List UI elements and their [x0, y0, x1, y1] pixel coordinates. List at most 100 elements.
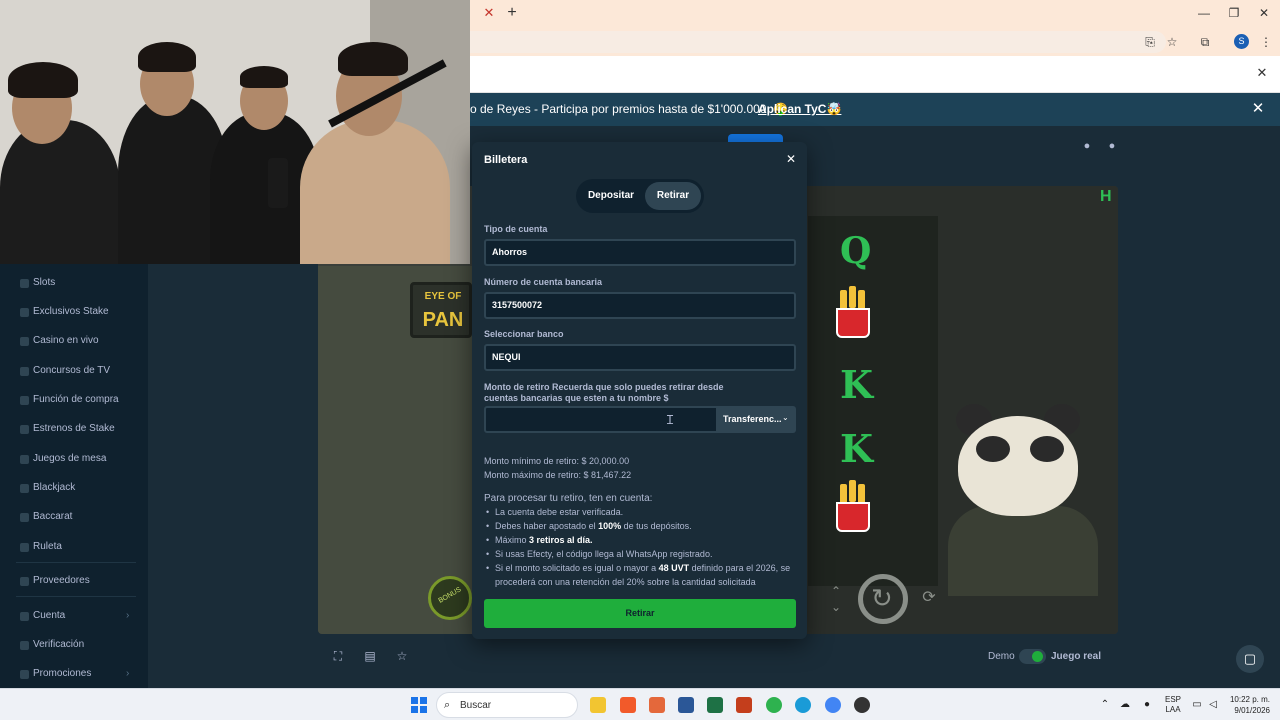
amount-input[interactable]: Ｉ: [484, 406, 718, 433]
list-item: Si usas Efecty, el código llega al Whats…: [484, 547, 799, 561]
extensions-icon[interactable]: ⧉: [1197, 34, 1213, 50]
wallet-tabs: Depositar Retirar: [576, 179, 704, 213]
brave-icon[interactable]: [620, 697, 636, 713]
cast-icon[interactable]: ⎘: [1142, 34, 1158, 50]
star-icon[interactable]: ☆: [1164, 34, 1180, 50]
person-3-hair: [240, 66, 288, 88]
bonus-label: BONUS: [437, 586, 463, 605]
sidebar-item-exclusivos[interactable]: Exclusivos Stake: [0, 303, 148, 323]
sidebar-item-label: Ruleta: [33, 541, 62, 552]
firefox-icon[interactable]: [649, 697, 665, 713]
favorite-star-icon[interactable]: ☆: [395, 649, 409, 663]
bank-label: Seleccionar banco: [484, 329, 564, 339]
sidebar-item-promociones[interactable]: Promociones ›: [0, 665, 148, 685]
search-placeholder: Buscar: [460, 700, 492, 711]
sidebar-item-slots[interactable]: Slots: [0, 274, 148, 294]
promo-text: o de Reyes - Participa por premios hasta…: [470, 102, 789, 116]
bank-select[interactable]: NEQUI: [484, 344, 796, 371]
chrome-icon[interactable]: [766, 697, 782, 713]
infobar-close-icon[interactable]: ✕: [1255, 66, 1269, 80]
window-close-icon[interactable]: ✕: [1254, 5, 1274, 21]
account-icon: [20, 612, 29, 621]
sidebar-item-cuenta[interactable]: Cuenta ›: [0, 607, 148, 627]
list-item: La cuenta debe estar verificada.: [484, 505, 799, 519]
fullscreen-icon[interactable]: ⛶: [331, 649, 345, 663]
theatre-mode-icon[interactable]: ▤: [363, 649, 377, 663]
sidebar-item-label: Estrenos de Stake: [33, 423, 115, 434]
tab-close-icon[interactable]: ✕: [482, 6, 496, 20]
cloud-icon[interactable]: ☁: [1118, 698, 1132, 712]
game-sign-bottom: PAN: [422, 309, 464, 331]
sidebar-item-funcion-compra[interactable]: Función de compra: [0, 391, 148, 411]
minimize-icon[interactable]: —: [1194, 5, 1214, 21]
roulette-icon: [20, 543, 29, 552]
sidebar-item-baccarat[interactable]: Baccarat: [0, 508, 148, 528]
powerpoint-icon[interactable]: [736, 697, 752, 713]
volume-icon[interactable]: ◁: [1206, 698, 1220, 712]
sidebar-item-ruleta[interactable]: Ruleta: [0, 538, 148, 558]
chrome-profile-icon[interactable]: [825, 697, 841, 713]
rules-list: La cuenta debe estar verificada. Debes h…: [484, 505, 799, 589]
demo-mode-label: Demo: [988, 651, 1015, 662]
sidebar-item-concursos[interactable]: Concursos de TV: [0, 362, 148, 382]
clock-time: 10:22 p. m.: [1229, 695, 1270, 704]
sidebar-item-proveedores[interactable]: Proveedores: [0, 572, 148, 592]
promo-close-icon[interactable]: ✕: [1250, 101, 1266, 117]
promo-terms-link[interactable]: Aplican TyC🤯: [758, 102, 841, 116]
chevron-up-icon[interactable]: ⌃: [1098, 698, 1112, 712]
amount-label: Monto de retiro Recuerda que solo puedes…: [484, 382, 724, 403]
network-icon[interactable]: ▭: [1190, 698, 1204, 712]
account-number-field[interactable]: 3157500072: [484, 292, 796, 319]
bet-down-icon[interactable]: ⌄: [828, 600, 844, 614]
fries-symbol-icon: [828, 480, 876, 534]
bonus-buy-icon: [20, 396, 29, 405]
sidebar-item-verificacion[interactable]: Verificación: [0, 636, 148, 656]
file-explorer-icon[interactable]: [590, 697, 606, 713]
panda-character: [948, 396, 1098, 596]
excel-icon[interactable]: [707, 697, 723, 713]
support-chat-icon[interactable]: ▢: [1236, 645, 1264, 673]
real-mode-toggle[interactable]: [1019, 649, 1046, 664]
account-type-value: Ahorros: [492, 247, 528, 257]
microphone-tray-icon[interactable]: ●: [1140, 698, 1154, 712]
taskbar-search[interactable]: ⌕ Buscar: [436, 692, 578, 718]
sidebar-item-juegos-mesa[interactable]: Juegos de mesa: [0, 450, 148, 470]
account-type-field[interactable]: Ahorros: [484, 239, 796, 266]
autoplay-icon[interactable]: ⟳: [920, 589, 938, 607]
word-icon[interactable]: [678, 697, 694, 713]
spin-button[interactable]: ↻: [858, 574, 908, 624]
user-icon[interactable]: ●: [1080, 139, 1094, 153]
bonus-buy-button[interactable]: BONUS: [428, 576, 472, 620]
tab-retirar[interactable]: Retirar: [645, 182, 701, 210]
webcam-overlay: [0, 0, 470, 264]
sidebar-item-blackjack[interactable]: Blackjack: [0, 479, 148, 499]
profile-avatar[interactable]: S: [1234, 34, 1249, 49]
edge-icon[interactable]: [795, 697, 811, 713]
sidebar-item-label: Proveedores: [33, 575, 90, 586]
sidebar-item-casino-en-vivo[interactable]: Casino en vivo: [0, 332, 148, 352]
sidebar-divider: [16, 596, 136, 597]
restore-icon[interactable]: ❐: [1224, 5, 1244, 21]
tab-depositar[interactable]: Depositar: [579, 182, 643, 210]
list-item: Máximo 3 retiros al día.: [484, 533, 799, 547]
new-tab-icon[interactable]: +: [505, 5, 519, 21]
person-1: [0, 120, 120, 264]
bank-value: NEQUI: [492, 352, 521, 362]
submit-withdraw-button[interactable]: Retirar: [484, 599, 796, 628]
menu-icon[interactable]: ⋮: [1258, 34, 1274, 50]
lang-bottom: LAA: [1165, 705, 1181, 714]
sidebar-item-estrenos[interactable]: Estrenos de Stake: [0, 420, 148, 440]
windows-start-icon[interactable]: [411, 697, 427, 713]
sidebar-item-label: Verificación: [33, 639, 85, 650]
close-icon[interactable]: ✕: [784, 152, 798, 166]
min-amount-text: Monto mínimo de retiro: $ 20,000.00: [484, 456, 630, 466]
bet-up-icon[interactable]: ⌃: [828, 584, 844, 598]
max-amount-text: Monto máximo de retiro: $ 81,467.22: [484, 470, 632, 480]
clock[interactable]: 10:22 p. m. 9/01/2026: [1226, 694, 1270, 716]
language-indicator[interactable]: ESP LAA: [1163, 695, 1183, 715]
list-item: Si el monto solicitado es igual o mayor …: [484, 561, 799, 589]
chat-icon[interactable]: ●: [1105, 139, 1119, 153]
withdraw-method-select[interactable]: Transferenc... ⌄: [716, 406, 796, 433]
obs-icon[interactable]: [854, 697, 870, 713]
sidebar-item-label: Promociones: [33, 668, 92, 679]
